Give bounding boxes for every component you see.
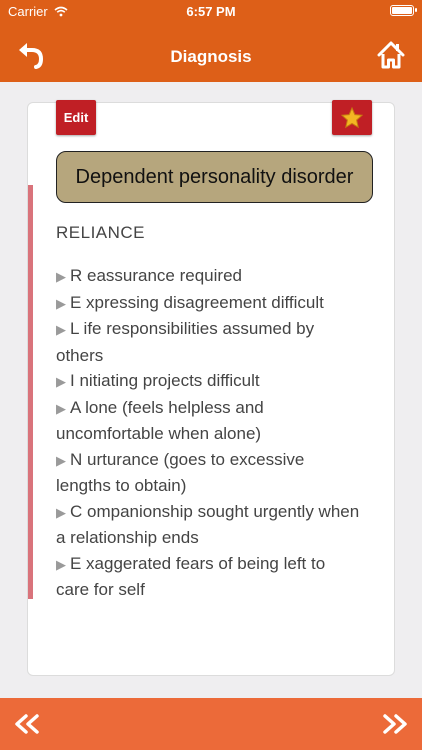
previous-button[interactable] <box>14 714 40 734</box>
home-icon <box>377 41 405 69</box>
double-chevron-right-icon <box>383 714 407 734</box>
page-title: Diagnosis <box>170 47 252 66</box>
list-item-text: A lone (feels helpless and uncomfortable… <box>56 397 264 444</box>
card-side-accent <box>28 185 33 599</box>
list-item: ▶ I nitiating projects difficult <box>56 368 361 395</box>
list-item-text: E xpressing disagreement difficult <box>70 292 324 312</box>
bullet-arrow-icon: ▶ <box>56 374 66 389</box>
list-item-text: N urturance (goes to excessive lengths t… <box>56 449 305 496</box>
list-item: ▶ C ompanionship sought urgently when a r… <box>56 499 361 551</box>
battery-icon <box>390 5 417 16</box>
bullet-arrow-icon: ▶ <box>56 295 66 311</box>
favorite-button[interactable] <box>332 100 372 135</box>
diagnosis-title: Dependent personality disorder <box>56 151 373 203</box>
bullet-arrow-icon: ▶ <box>56 556 66 572</box>
nav-bar: Diagnosis <box>0 22 422 82</box>
double-chevron-left-icon <box>15 714 39 734</box>
home-button[interactable] <box>376 40 406 70</box>
list-item-text: L ife responsibilities assumed by others <box>56 319 315 365</box>
status-bar: Carrier 6:57 PM <box>0 0 422 22</box>
bullet-arrow-icon: ▶ <box>56 504 66 520</box>
list-item-text: E xaggerated fears of being left to care… <box>56 553 326 600</box>
list-item: ▶ R eassurance required <box>56 263 361 290</box>
list-item-text: R eassurance required <box>70 266 242 285</box>
bullet-arrow-icon: ▶ <box>56 452 66 468</box>
status-time: 6:57 PM <box>186 4 236 19</box>
mnemonic-heading: RELIANCE <box>56 223 146 242</box>
list-item-text: I nitiating projects difficult <box>70 371 260 390</box>
list-item: ▶ E xaggerated fears of being left to car… <box>56 551 361 603</box>
list-item: ▶ L ife responsibilities assumed by other… <box>56 316 361 368</box>
next-button[interactable] <box>382 714 408 734</box>
list-item: ▶ N urturance (goes to excessive lengths … <box>56 447 361 499</box>
footer-bar <box>0 698 422 750</box>
diagnosis-card: Edit Dependent personality disorder RELI… <box>27 100 395 676</box>
bullet-arrow-icon: ▶ <box>56 269 66 284</box>
criteria-list: ▶ R eassurance required ▶ E xpressing disa… <box>56 263 361 603</box>
bullet-arrow-icon: ▶ <box>56 322 66 337</box>
list-item: ▶ E xpressing disagreement difficult <box>56 290 361 317</box>
star-icon <box>340 106 364 128</box>
edit-button[interactable]: Edit <box>56 100 96 135</box>
bullet-arrow-icon: ▶ <box>56 400 66 416</box>
list-item: ▶ A lone (feels helpless and uncomfortabl… <box>56 395 361 447</box>
list-item-text: C ompanionship sought urgently when a re… <box>56 501 360 548</box>
